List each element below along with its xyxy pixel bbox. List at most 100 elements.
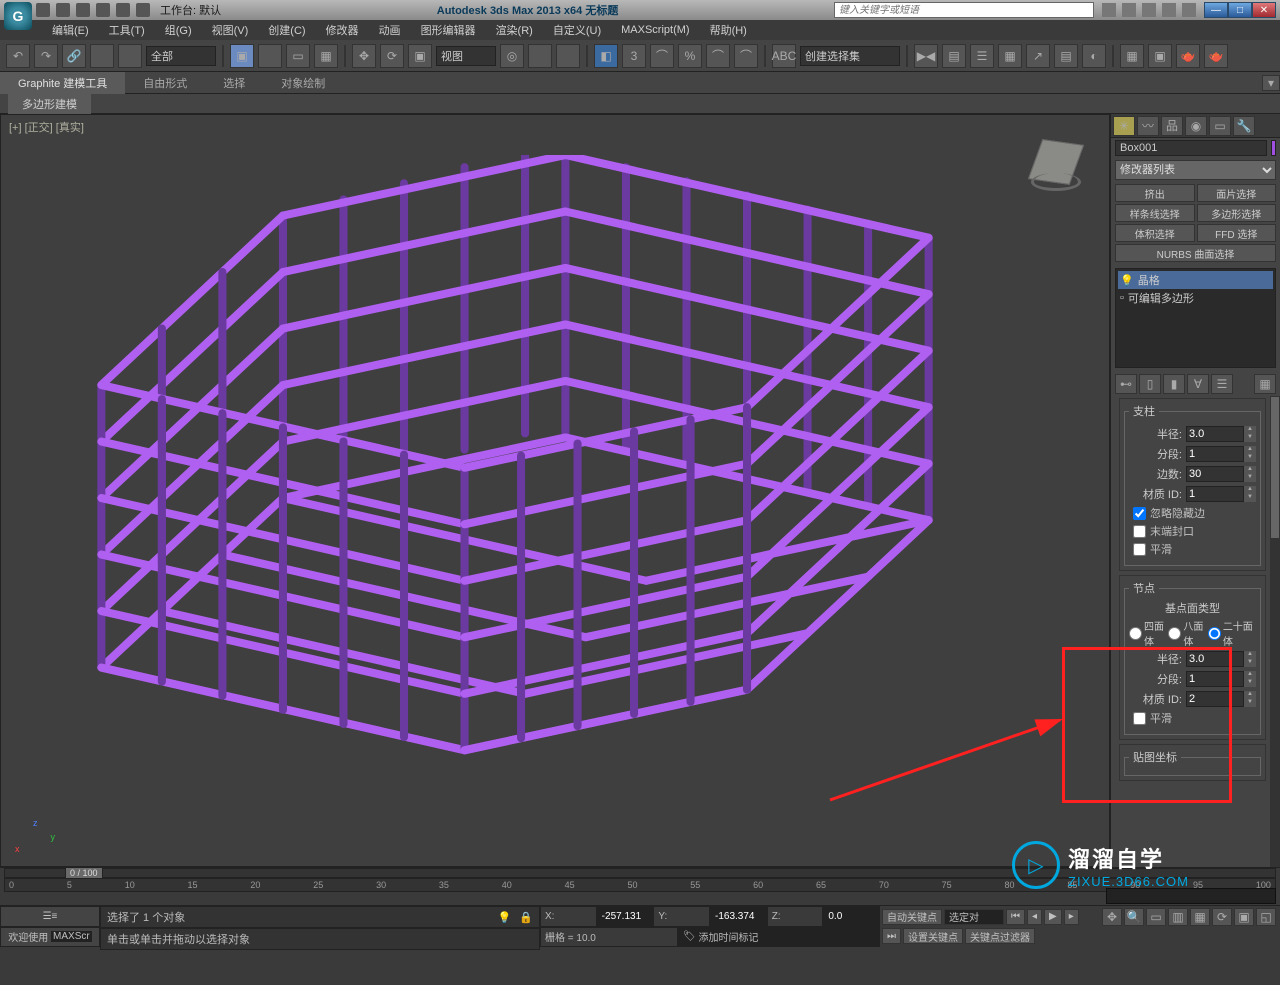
x-input[interactable]: -257.131 bbox=[597, 906, 654, 927]
modifier-list-select[interactable]: 修改器列表 bbox=[1115, 160, 1276, 180]
selection-lock-icon[interactable]: 🔒 bbox=[519, 911, 533, 924]
spinner-snap-icon[interactable]: % bbox=[678, 44, 702, 68]
menu-customize[interactable]: 自定义(U) bbox=[543, 20, 611, 40]
edit-named-sel-button2[interactable]: ⌒ bbox=[734, 44, 758, 68]
qat-project-icon[interactable] bbox=[136, 3, 150, 17]
qat-save-icon[interactable] bbox=[76, 3, 90, 17]
prev-frame-icon[interactable]: ◂ bbox=[1027, 909, 1042, 925]
radio-tetra[interactable] bbox=[1129, 627, 1142, 640]
nav-orbit-icon[interactable]: ⟳ bbox=[1212, 908, 1232, 926]
btn-ffd-select[interactable]: FFD 选择 bbox=[1197, 224, 1277, 242]
qat-new-icon[interactable] bbox=[36, 3, 50, 17]
align-button[interactable]: ▤ bbox=[942, 44, 966, 68]
time-tag[interactable]: 🏷 添加时间标记 bbox=[678, 927, 880, 948]
rollout-scrollbar[interactable] bbox=[1270, 396, 1280, 867]
y-input[interactable]: -163.374 bbox=[710, 906, 767, 927]
nav-region-icon[interactable]: ◱ bbox=[1256, 908, 1276, 926]
qat-undo-icon[interactable] bbox=[96, 3, 110, 17]
minimize-button[interactable]: — bbox=[1204, 2, 1228, 18]
object-name-input[interactable] bbox=[1115, 140, 1267, 156]
struts-matid-input[interactable] bbox=[1186, 486, 1244, 502]
rotate-button[interactable]: ⟳ bbox=[380, 44, 404, 68]
select-by-name-button[interactable] bbox=[258, 44, 282, 68]
btn-poly-select[interactable]: 多边形选择 bbox=[1197, 204, 1277, 222]
struts-segments-input[interactable] bbox=[1186, 446, 1244, 462]
joints-matid-input[interactable] bbox=[1186, 691, 1244, 707]
tab-create-icon[interactable]: ✳ bbox=[1113, 116, 1135, 136]
btn-vol-select[interactable]: 体积选择 bbox=[1115, 224, 1195, 242]
qat-redo-icon[interactable] bbox=[116, 3, 130, 17]
struts-smooth-checkbox[interactable] bbox=[1133, 543, 1146, 556]
render-button[interactable]: 🫖 bbox=[1176, 44, 1200, 68]
pin-stack-icon[interactable]: ⊷ bbox=[1115, 374, 1137, 394]
ribbon-tab-graphite[interactable]: Graphite 建模工具 bbox=[0, 72, 125, 94]
select-rect-button[interactable]: ▭ bbox=[286, 44, 310, 68]
close-button[interactable]: ✕ bbox=[1252, 2, 1276, 18]
viewport-label[interactable]: [+] [正交] [真实] bbox=[9, 119, 84, 135]
ribbon-tab-objectpaint[interactable]: 对象绘制 bbox=[263, 72, 343, 94]
scale-button[interactable]: ▣ bbox=[408, 44, 432, 68]
time-ruler[interactable]: 0510152025303540455055606570758085909510… bbox=[4, 878, 1276, 892]
ribbon-tab-selection[interactable]: 选择 bbox=[205, 72, 263, 94]
goto-start-icon[interactable]: ⏮ bbox=[1006, 909, 1025, 925]
btn-patch-select[interactable]: 面片选择 bbox=[1197, 184, 1277, 202]
spinner-buttons[interactable]: ▲▼ bbox=[1244, 466, 1256, 482]
autokey-button[interactable]: 自动关键点 bbox=[882, 909, 942, 925]
lock-icon[interactable]: 💡 bbox=[498, 911, 512, 924]
spinner-buttons[interactable]: ▲▼ bbox=[1244, 671, 1256, 687]
move-button[interactable]: ✥ bbox=[352, 44, 376, 68]
subscription-icon[interactable] bbox=[1122, 3, 1136, 17]
radio-octa[interactable] bbox=[1168, 627, 1181, 640]
next-frame-icon[interactable]: ▸ bbox=[1064, 909, 1079, 925]
menu-help[interactable]: 帮助(H) bbox=[700, 20, 757, 40]
spinner-buttons[interactable]: ▲▼ bbox=[1244, 446, 1256, 462]
selected-dropdown[interactable]: 选定对 bbox=[944, 909, 1004, 925]
tab-hierarchy-icon[interactable]: 品 bbox=[1161, 116, 1183, 136]
setkey-button[interactable]: 设置关键点 bbox=[903, 928, 963, 944]
tab-motion-icon[interactable]: ◉ bbox=[1185, 116, 1207, 136]
curve-editor-button[interactable]: ↗ bbox=[1026, 44, 1050, 68]
rendered-frame-button[interactable]: ▣ bbox=[1148, 44, 1172, 68]
ref-coord-system[interactable]: 视图 bbox=[436, 46, 496, 66]
remove-modifier-icon[interactable]: ∀ bbox=[1187, 374, 1209, 394]
named-selection-set[interactable]: 创建选择集 bbox=[800, 46, 900, 66]
viewcube-ring-icon[interactable] bbox=[1031, 173, 1081, 191]
btn-spline-select[interactable]: 样条线选择 bbox=[1115, 204, 1195, 222]
struts-sides-input[interactable] bbox=[1186, 466, 1244, 482]
redo-button[interactable]: ↷ bbox=[34, 44, 58, 68]
edit-named-sel-button[interactable]: ⌒ bbox=[706, 44, 730, 68]
viewport[interactable]: [+] [正交] [真实] bbox=[0, 114, 1110, 867]
nav-zoom-all-icon[interactable]: ▭ bbox=[1146, 908, 1166, 926]
modifier-list[interactable]: 修改器列表 bbox=[1115, 160, 1276, 180]
qat-open-icon[interactable] bbox=[56, 3, 70, 17]
maximize-button[interactable]: □ bbox=[1228, 2, 1252, 18]
menu-rendering[interactable]: 渲染(R) bbox=[486, 20, 543, 40]
ribbon-expand-icon[interactable]: ▾ bbox=[1262, 75, 1280, 91]
app-logo[interactable]: G bbox=[4, 2, 32, 30]
show-end-result-icon[interactable]: ▯ bbox=[1139, 374, 1161, 394]
menu-graph[interactable]: 图形编辑器 bbox=[411, 20, 486, 40]
ribbon-tab-freeform[interactable]: 自由形式 bbox=[125, 72, 205, 94]
percent-snap-icon[interactable]: ⌒ bbox=[650, 44, 674, 68]
mirror-button[interactable]: ▶◀ bbox=[914, 44, 938, 68]
unlink-button[interactable] bbox=[90, 44, 114, 68]
btn-extrude[interactable]: 挤出 bbox=[1115, 184, 1195, 202]
spinner-buttons[interactable]: ▲▼ bbox=[1244, 426, 1256, 442]
nav-maxtoggle-icon[interactable]: ▣ bbox=[1234, 908, 1254, 926]
spinner-buttons[interactable]: ▲▼ bbox=[1244, 486, 1256, 502]
layer-manager-button[interactable]: ☰ bbox=[970, 44, 994, 68]
menu-animation[interactable]: 动画 bbox=[369, 20, 411, 40]
graphite-toggle-button[interactable]: ▦ bbox=[998, 44, 1022, 68]
stack-item-editpoly[interactable]: ▫可编辑多边形 bbox=[1118, 289, 1273, 307]
goto-end-icon[interactable]: ⏭ bbox=[882, 928, 901, 944]
angle-snap-3-icon[interactable]: 3 bbox=[622, 44, 646, 68]
undo-button[interactable]: ↶ bbox=[6, 44, 30, 68]
tab-display-icon[interactable]: ▭ bbox=[1209, 116, 1231, 136]
help-search-input[interactable] bbox=[834, 2, 1094, 18]
time-indicator[interactable]: 0 / 100 bbox=[65, 867, 103, 879]
viewcube[interactable] bbox=[1021, 133, 1091, 203]
named-sel-manage-icon[interactable]: ABC bbox=[772, 44, 796, 68]
modifier-stack[interactable]: 💡晶格 ▫可编辑多边形 bbox=[1115, 268, 1276, 368]
object-color-swatch[interactable] bbox=[1271, 140, 1276, 156]
key-filters-button[interactable]: 关键点过滤器 bbox=[965, 928, 1035, 944]
